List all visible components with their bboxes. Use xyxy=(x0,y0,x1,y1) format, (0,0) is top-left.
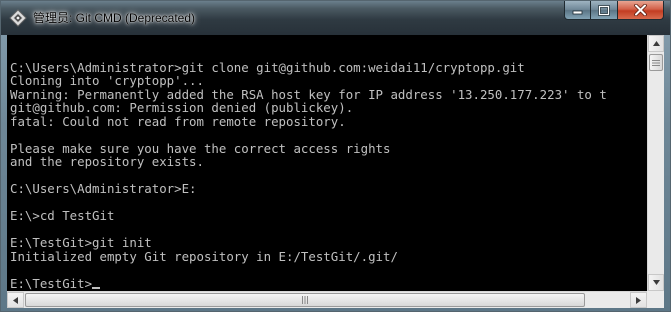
close-button[interactable] xyxy=(618,1,664,20)
minimize-button[interactable] xyxy=(564,1,591,20)
terminal-line: Initialized empty Git repository in E:/T… xyxy=(10,248,398,264)
terminal-line: and the repository exists. xyxy=(10,154,204,169)
window-title: 管理员: Git CMD (Deprecated) xyxy=(33,11,196,25)
vertical-scroll-thumb[interactable] xyxy=(649,54,663,71)
grip-icon xyxy=(652,59,660,66)
scroll-down-button[interactable] xyxy=(648,274,664,291)
git-cmd-diamond-icon[interactable] xyxy=(9,9,27,27)
scroll-left-button[interactable] xyxy=(7,292,24,308)
arrow-right-icon xyxy=(636,296,641,304)
arrow-up-icon xyxy=(652,41,660,46)
terminal-text: C:\Users\Administrator>git clone git@git… xyxy=(7,35,647,290)
text-cursor xyxy=(92,286,101,289)
terminal-line: E:\>cd TestGit xyxy=(10,208,115,223)
command-prompt: E:\TestGit> xyxy=(10,275,93,291)
title-bar[interactable]: 管理员: Git CMD (Deprecated) xyxy=(1,1,670,35)
arrow-down-icon xyxy=(652,280,660,285)
git-cmd-window: 管理员: Git CMD (Deprecated) C:\Users\Admin… xyxy=(0,0,671,312)
caption-buttons xyxy=(564,1,664,21)
horizontal-scrollbar[interactable] xyxy=(7,291,647,308)
arrow-left-icon xyxy=(13,296,18,304)
horizontal-scroll-thumb[interactable] xyxy=(25,293,585,307)
minimize-icon xyxy=(572,10,583,15)
resize-grip[interactable] xyxy=(647,291,664,308)
close-icon xyxy=(634,4,647,16)
terminal-output[interactable]: C:\Users\Administrator>git clone git@git… xyxy=(7,35,647,291)
terminal-line: C:\Users\Administrator>E: xyxy=(10,181,197,196)
scroll-up-button[interactable] xyxy=(648,35,664,52)
vertical-scrollbar[interactable] xyxy=(647,35,664,291)
terminal-line: fatal: Could not read from remote reposi… xyxy=(10,113,346,129)
maximize-button[interactable] xyxy=(591,1,618,20)
maximize-icon xyxy=(598,4,610,16)
grip-icon xyxy=(302,296,308,304)
scroll-right-button[interactable] xyxy=(630,292,647,308)
